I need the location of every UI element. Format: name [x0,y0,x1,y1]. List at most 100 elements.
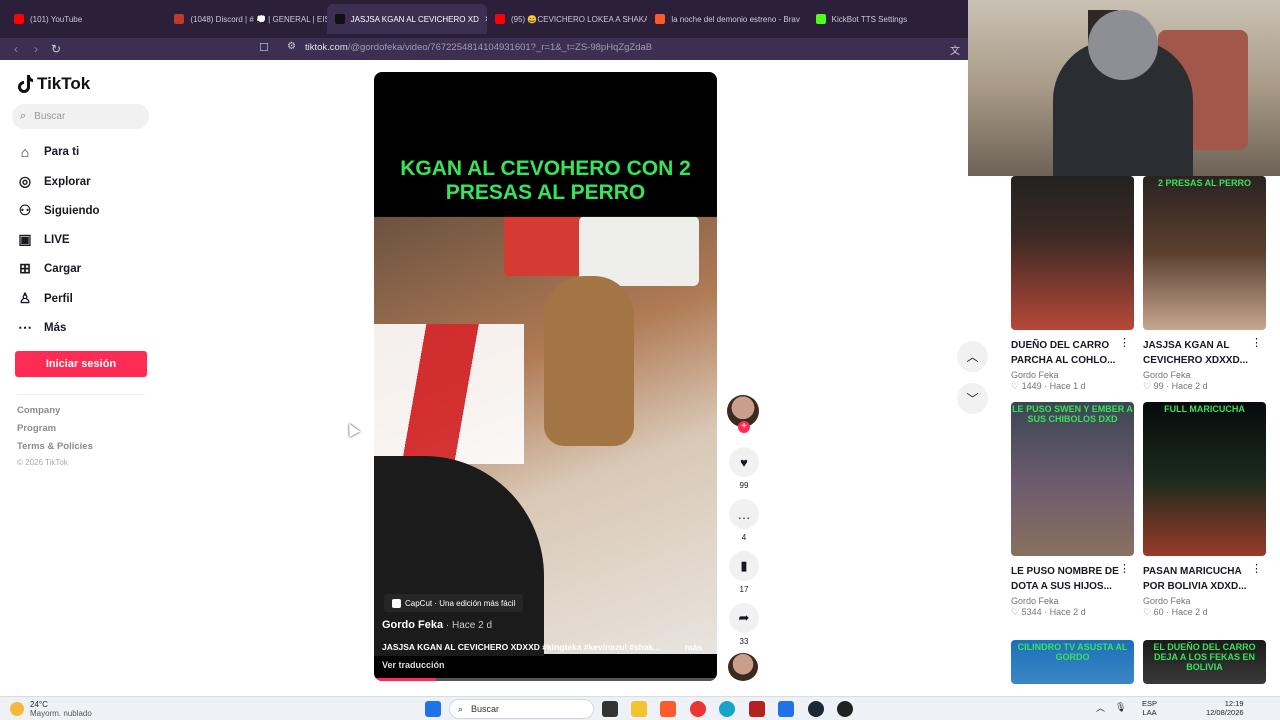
heart-icon[interactable]: ♥ [729,447,759,477]
translate-icon[interactable]: 文 [950,42,960,57]
card-time: Hace 2 d [1049,607,1086,617]
video-progress[interactable] [374,678,717,681]
tiktok-logo[interactable]: TikTok [17,74,90,94]
footer-link-program[interactable]: Program [17,423,56,434]
sidebar-item-para-ti[interactable]: ⌂ Para ti [17,144,79,160]
opera-icon[interactable] [690,701,706,717]
card-author[interactable]: Gordo Feka [1011,370,1134,380]
login-button[interactable]: Iniciar sesión [15,351,147,377]
thumbnail-overlay-text: EL DUEÑO DEL CARRO DEJA A LOS FEKAS EN B… [1153,642,1256,672]
recommended-video-card[interactable]: FULL MARICUCHA PASAN MARICUCHA POR BOLIVI… [1143,402,1266,618]
recommended-video-card[interactable]: EL DUEÑO DEL CARRO DEJA A LOS FEKAS EN B… [1143,640,1266,684]
edge-icon[interactable] [719,701,735,717]
url-field[interactable]: tiktok.com/@gordofeka/video/767225481410… [305,42,652,53]
tab-label: (101) YouTube [30,14,83,24]
weather-widget[interactable]: 24°C Mayorm. nublado [10,700,92,718]
recommended-video-card[interactable]: CILINDRO TV ASUSTA AL GORDO [1011,640,1134,684]
share-action[interactable]: ➦ 33 [728,603,760,646]
bookmark-icon[interactable]: ▮ [729,551,759,581]
video-thumbnail[interactable]: FULL MARICUCHA [1143,402,1266,556]
file-explorer-icon[interactable] [631,701,647,717]
system-tray[interactable]: ︿ 🎙 [1096,701,1126,714]
sidebar-item-cargar[interactable]: ⊞ Cargar [17,260,81,277]
search-icon: ⌕ [20,110,27,122]
brave-browser-icon[interactable] [660,701,676,717]
footer-link-terms[interactable]: Terms & Policies [17,441,93,452]
sidebar-item-explorar[interactable]: ◎ Explorar [17,173,91,190]
site-info-icon[interactable]: ⚙ [287,41,296,52]
back-icon[interactable]: ‹ [6,42,26,56]
windows-start-icon[interactable] [425,701,441,717]
card-author[interactable]: Gordo Feka [1011,596,1134,606]
previous-video-button[interactable]: ︿ [957,341,988,372]
card-menu-icon[interactable]: ⋮ [1119,562,1130,575]
recommended-video-card[interactable]: LE PUSO SWEN Y EMBER A SUS CHIBOLOS DXD L… [1011,402,1134,618]
recommended-video-card[interactable]: DUEÑO DEL CARRO PARCHA AL COHLO... ⋮ Gordo… [1011,176,1134,392]
tray-chevron-icon[interactable]: ︿ [1096,701,1105,714]
search-input[interactable]: ⌕ Buscar [12,104,149,129]
copyright: © 2026 TikTok [17,458,68,467]
dota-icon[interactable] [749,701,765,717]
card-title[interactable]: PASAN MARICUCHA POR BOLIVIA XDXD... [1143,564,1255,594]
like-action[interactable]: ♥ 99 [728,447,760,490]
capcut-badge[interactable]: CapCut · Una edición más fácil [384,594,524,612]
description-text: JASJSA KGAN AL CEVICHERO XDXXD #kingteka… [382,642,661,652]
task-view-icon[interactable] [602,701,618,717]
browser-tab[interactable]: (101) YouTube [6,4,166,34]
obs-icon[interactable] [837,701,853,717]
follow-plus-icon[interactable]: + [738,421,750,433]
card-menu-icon[interactable]: ⋮ [1251,562,1262,575]
steam-icon[interactable] [808,701,824,717]
card-author[interactable]: Gordo Feka [1143,370,1266,380]
taskbar-search[interactable]: ⌕ Buscar [449,699,594,719]
url-path: /@gordofeka/video/7672254814104931601?_r… [347,42,653,53]
card-title[interactable]: DUEÑO DEL CARRO PARCHA AL COHLO... [1011,338,1123,368]
video-thumbnail[interactable]: EL DUEÑO DEL CARRO DEJA A LOS FEKAS EN B… [1143,640,1266,684]
browser-tab[interactable]: la noche del demonio estreno - Brav [647,4,807,34]
sidebar-item-perfil[interactable]: ♙ Perfil [17,290,73,307]
logo-text: TikTok [37,74,91,93]
card-menu-icon[interactable]: ⋮ [1119,336,1130,349]
more-link[interactable]: más [685,642,702,652]
tab-label: (1048) Discord | # 💭 | GENERAL | EISUS [190,14,327,24]
browser-tab[interactable]: JASJSA KGAN AL CEVICHERO XD× [326,4,487,34]
save-action[interactable]: ▮ 17 [728,551,760,594]
share-icon[interactable]: ➦ [729,603,759,633]
forward-icon[interactable]: › [26,42,46,56]
reload-icon[interactable]: ↻ [46,42,66,56]
music-disc-avatar[interactable] [728,653,758,681]
video-thumbnail[interactable]: CILINDRO TV ASUSTA AL GORDO [1011,640,1134,684]
sidebar-item-label: LIVE [44,233,70,246]
thumbnail-overlay-text: LE PUSO SWEN Y EMBER A SUS CHIBOLOS DXD [1012,404,1133,424]
browser-tab[interactable]: (1048) Discord | # 💭 | GENERAL | EISUS [166,4,327,34]
card-menu-icon[interactable]: ⋮ [1251,336,1262,349]
video-thumbnail[interactable]: 2 PRESAS AL PERRO [1143,176,1266,330]
browser-tab[interactable]: (95) 😄CEVICHERO LOKEA A SHAKA [487,4,647,34]
card-title[interactable]: LE PUSO NOMBRE DE DOTA A SUS HIJOS... [1011,564,1123,594]
footer-link-company[interactable]: Company [17,405,60,416]
sidebar-item-siguiendo[interactable]: ⚇ Siguiendo [17,202,100,219]
tab-favicon-icon [815,14,826,24]
sidebar-item-m-s[interactable]: ⋯ Más [17,319,66,336]
tab-favicon-icon [334,14,345,24]
card-author[interactable]: Gordo Feka [1143,596,1266,606]
video-thumbnail[interactable] [1011,176,1134,330]
recommended-video-card[interactable]: 2 PRESAS AL PERRO JASJSA KGAN AL CEVICHER… [1143,176,1266,392]
card-title[interactable]: JASJSA KGAN AL CEVICHERO XDXXD... [1143,338,1255,368]
next-video-button[interactable]: ﹀ [957,383,988,414]
video-thumbnail[interactable]: LE PUSO SWEN Y EMBER A SUS CHIBOLOS DXD [1011,402,1134,556]
tab-favicon-icon [174,14,185,24]
sidebar-item-live[interactable]: ▣ LIVE [17,231,70,248]
video-author[interactable]: Gordo Feka · Hace 2 d [382,619,492,631]
browser-tab[interactable]: KickBot TTS Settings [808,4,968,34]
video-player[interactable]: KGAN AL CEVOHERO CON 2 PRESAS AL PERRO C… [374,72,717,681]
clock[interactable]: 12:19 12/08/2026 [1206,699,1244,717]
store-icon[interactable] [778,701,794,717]
microphone-icon[interactable]: 🎙 [1115,702,1126,713]
bookmark-icon[interactable]: ☐ [259,41,269,54]
comment-icon[interactable]: … [729,499,759,529]
translate-link[interactable]: Ver traducción [382,660,445,670]
video-overlay-title: KGAN AL CEVOHERO CON 2 PRESAS AL PERRO [374,147,717,217]
comment-action[interactable]: … 4 [728,499,760,542]
language-indicator[interactable]: ESP LAA [1142,699,1157,717]
